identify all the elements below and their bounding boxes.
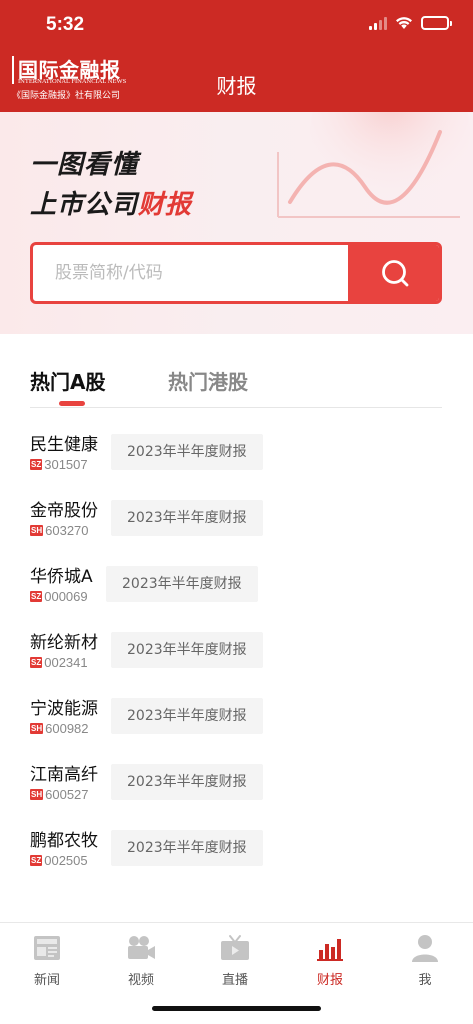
stock-name: 华侨城A bbox=[30, 567, 93, 587]
report-tag[interactable]: 2023年半年度财报 bbox=[111, 500, 263, 536]
stock-code: 000069 bbox=[44, 589, 88, 604]
market-badge: SH bbox=[30, 723, 44, 734]
nav-item-live[interactable]: 直播 bbox=[205, 931, 265, 988]
market-badge: SZ bbox=[30, 591, 43, 602]
search-icon bbox=[382, 260, 409, 287]
status-icons bbox=[369, 16, 452, 30]
status-time: 5:32 bbox=[46, 14, 85, 35]
market-tabs: 热门A股 热门港股 bbox=[30, 358, 442, 408]
report-tag[interactable]: 2023年半年度财报 bbox=[111, 830, 263, 866]
report-tag[interactable]: 2023年半年度财报 bbox=[111, 434, 263, 470]
stock-code: 600982 bbox=[45, 721, 89, 736]
video-camera-icon bbox=[128, 936, 155, 959]
nav-label: 视频 bbox=[127, 973, 154, 988]
user-icon bbox=[412, 935, 438, 962]
nav-item-reports[interactable]: 财报 bbox=[300, 931, 360, 988]
tv-icon bbox=[221, 935, 249, 960]
nav-item-video[interactable]: 视频 bbox=[111, 931, 171, 988]
stock-name: 民生健康 bbox=[30, 435, 98, 455]
report-tag[interactable]: 2023年半年度财报 bbox=[111, 764, 263, 800]
stock-name: 宁波能源 bbox=[30, 699, 98, 719]
banner-headline-line2: 上市公司财报 bbox=[30, 190, 193, 220]
market-badge: SZ bbox=[30, 459, 43, 470]
stock-name: 江南高纤 bbox=[30, 765, 98, 785]
market-badge: SZ bbox=[30, 855, 43, 866]
nav-label: 财报 bbox=[316, 973, 343, 988]
stock-row[interactable]: 新纶新材 SZ 002341 2023年半年度财报 bbox=[30, 628, 450, 674]
search-button[interactable] bbox=[348, 245, 439, 301]
stock-row[interactable]: 金帝股份 SH 603270 2023年半年度财报 bbox=[30, 496, 450, 542]
nav-label: 我 bbox=[418, 973, 432, 988]
stock-name: 金帝股份 bbox=[30, 501, 98, 521]
bar-chart-icon bbox=[317, 939, 343, 961]
tab-hot-a-shares[interactable]: 热门A股 bbox=[30, 366, 105, 395]
nav-item-news[interactable]: 新闻 bbox=[17, 931, 77, 988]
cellular-signal-icon bbox=[369, 16, 387, 30]
banner-headline-line1: 一图看懂 bbox=[30, 150, 139, 180]
stock-name: 新纶新材 bbox=[30, 633, 98, 653]
chart-decoration-icon bbox=[277, 112, 470, 218]
nav-item-me[interactable]: 我 bbox=[395, 931, 455, 988]
market-badge: SH bbox=[30, 789, 44, 800]
page-title: 财报 bbox=[216, 74, 257, 98]
stock-row[interactable]: 民生健康 SZ 301507 2023年半年度财报 bbox=[30, 430, 450, 476]
nav-label: 直播 bbox=[221, 973, 248, 988]
report-tag[interactable]: 2023年半年度财报 bbox=[111, 698, 263, 734]
stock-code: 002341 bbox=[44, 655, 88, 670]
app-header: 5:32 国际金融报 INTERNATIONAL FINANCIAL NEWS … bbox=[0, 0, 473, 112]
stock-name: 鹏都农牧 bbox=[30, 831, 98, 851]
stock-row[interactable]: 鹏都农牧 SZ 002505 2023年半年度财报 bbox=[30, 826, 450, 872]
stock-code: 600527 bbox=[45, 787, 89, 802]
newspaper-icon bbox=[34, 936, 60, 960]
stock-row[interactable]: 宁波能源 SH 600982 2023年半年度财报 bbox=[30, 694, 450, 740]
home-indicator[interactable] bbox=[152, 1006, 321, 1011]
stock-row[interactable]: 华侨城A SZ 000069 2023年半年度财报 bbox=[30, 562, 450, 608]
hero-banner: 一图看懂 上市公司财报 bbox=[0, 112, 473, 334]
stock-code: 603270 bbox=[45, 523, 89, 538]
search-input[interactable] bbox=[33, 245, 348, 301]
stock-code: 301507 bbox=[44, 457, 88, 472]
nav-label: 新闻 bbox=[33, 973, 60, 988]
search-bar bbox=[30, 242, 442, 304]
wifi-icon bbox=[396, 17, 412, 29]
banner-highlight: 财报 bbox=[138, 190, 193, 220]
battery-icon bbox=[421, 16, 452, 30]
active-tab-indicator bbox=[59, 401, 85, 406]
tab-hot-hk-shares[interactable]: 热门港股 bbox=[168, 366, 248, 395]
stock-row[interactable]: 江南高纤 SH 600527 2023年半年度财报 bbox=[30, 760, 450, 806]
report-tag[interactable]: 2023年半年度财报 bbox=[111, 632, 263, 668]
report-tag[interactable]: 2023年半年度财报 bbox=[106, 566, 258, 602]
stock-code: 002505 bbox=[44, 853, 88, 868]
market-badge: SZ bbox=[30, 657, 43, 668]
market-badge: SH bbox=[30, 525, 44, 536]
